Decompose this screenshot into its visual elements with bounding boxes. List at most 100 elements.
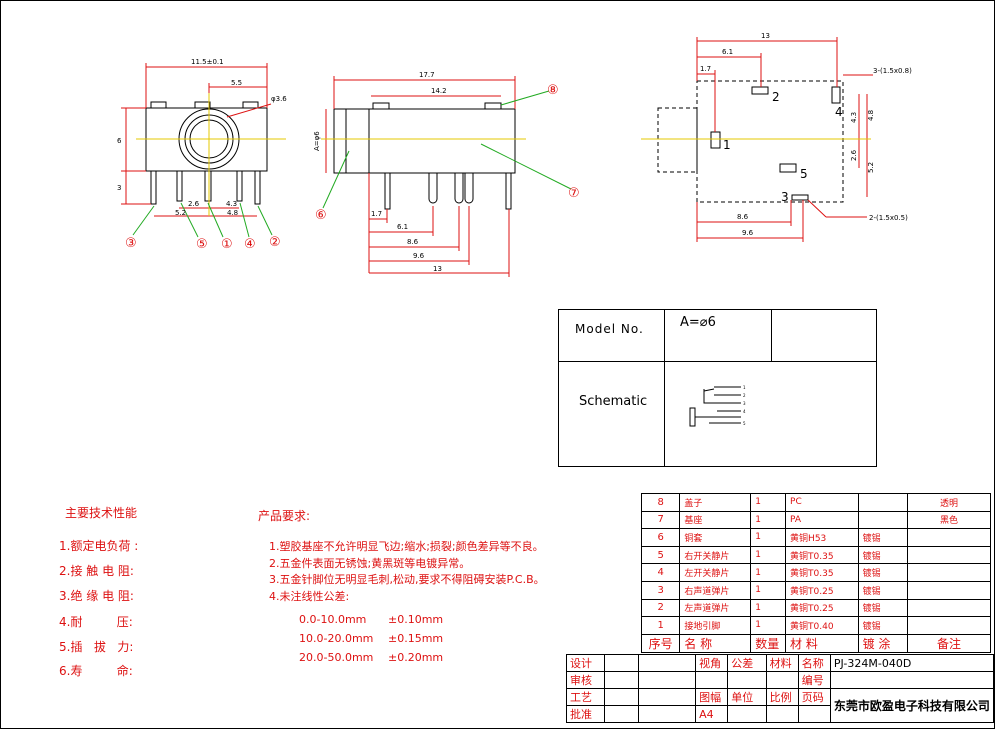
model-table: Model No. A=⌀6 Schematic bbox=[558, 309, 877, 467]
bom-cell: 镀锡 bbox=[857, 580, 909, 600]
tolerance-range: 0.0-10.0mm bbox=[299, 613, 367, 626]
bom-cell: 1 bbox=[750, 598, 787, 618]
bom-cell: 1 bbox=[640, 616, 681, 635]
dim-height: 6 bbox=[117, 137, 122, 145]
model-label: Model No. bbox=[575, 322, 644, 336]
bom-cell: 盖子 bbox=[679, 493, 752, 512]
bom-cell: 右开关静片 bbox=[679, 545, 752, 565]
bom-cell: 基座 bbox=[679, 510, 752, 530]
dim-13: 13 bbox=[433, 265, 442, 273]
tb-cell: 图幅 bbox=[695, 688, 729, 706]
fp-dim-2-6: 2.6 bbox=[850, 149, 858, 161]
fp-dim-9-6: 9.6 bbox=[742, 229, 754, 237]
bom-cell: 铜套 bbox=[679, 528, 752, 547]
dim-cover: 14.2 bbox=[431, 87, 447, 95]
model-value: A=⌀6 bbox=[680, 315, 716, 330]
part-number: PJ-324M-040D bbox=[829, 654, 995, 672]
tb-cell bbox=[604, 654, 640, 672]
tb-cell bbox=[638, 688, 697, 706]
pad-4: 4 bbox=[835, 105, 843, 119]
schematic-label: Schematic bbox=[579, 394, 648, 409]
bom-cell bbox=[907, 545, 991, 565]
dim-length: 17.7 bbox=[419, 71, 435, 79]
tb-cell: 设计 bbox=[565, 654, 606, 672]
tolerance-value: ±0.10mm bbox=[388, 613, 444, 626]
bom-cell: 镀锡 bbox=[857, 563, 909, 582]
tb-cell bbox=[604, 688, 640, 706]
dim-5-2: 5.2 bbox=[175, 209, 186, 217]
bom-cell: 7 bbox=[640, 510, 681, 530]
bom-cell: 黄铜T0.40 bbox=[785, 616, 859, 635]
bom-cell: 黄铜T0.25 bbox=[785, 580, 859, 600]
bom-cell: 透明 bbox=[907, 493, 991, 512]
bom-cell bbox=[907, 528, 991, 547]
bom-cell: 序号 bbox=[640, 633, 681, 653]
fp-dim-1-7: 1.7 bbox=[700, 65, 711, 73]
bom-cell: PC bbox=[785, 493, 859, 512]
callout-5: ⑤ bbox=[196, 237, 208, 252]
bom-cell: 黄铜T0.25 bbox=[785, 598, 859, 618]
tb-cell: 视角 bbox=[695, 654, 729, 672]
bom-cell bbox=[857, 493, 909, 512]
dim-pin-len: 3 bbox=[117, 184, 121, 192]
tolerance-value: ±0.15mm bbox=[388, 632, 444, 645]
dim-9-6: 9.6 bbox=[413, 252, 425, 260]
bom-cell bbox=[907, 598, 991, 618]
bom-row: 8 盖子 1 PC 透明 bbox=[640, 493, 991, 512]
bom-cell: 名 称 bbox=[679, 633, 752, 653]
tolerance-range: 20.0-50.0mm bbox=[299, 651, 374, 664]
dim-hole: φ3.6 bbox=[271, 95, 287, 103]
tb-cell bbox=[604, 705, 640, 723]
spec-item: 6.寿 命: bbox=[59, 664, 133, 678]
tb-cell bbox=[695, 671, 729, 689]
company-name: 东莞市欧盈电子科技有限公司 bbox=[829, 688, 995, 723]
tb-cell: A4 bbox=[695, 705, 729, 723]
tb-cell: 审核 bbox=[565, 671, 606, 689]
fp-dim-4-3: 4.3 bbox=[850, 112, 858, 123]
bom-cell: 3 bbox=[640, 580, 681, 600]
tb-cell: 单位 bbox=[727, 688, 767, 706]
bom-cell: 镀锡 bbox=[857, 528, 909, 547]
dim-4-8: 4.8 bbox=[227, 209, 238, 217]
drawing-sheet: 11.5±0.1 5.5 φ3.6 6 3 2.6 4.3 5.2 4.8 ③ … bbox=[0, 0, 995, 729]
tb-cell bbox=[829, 671, 995, 689]
callout-7: ⑦ bbox=[568, 186, 580, 201]
bom-cell: PA bbox=[785, 510, 859, 530]
bom-cell: 材 料 bbox=[785, 633, 859, 653]
dim-width: 11.5±0.1 bbox=[191, 58, 224, 66]
bom-cell bbox=[907, 580, 991, 600]
fp-dim-top: 13 bbox=[761, 32, 770, 40]
bom-row: 3 右声道弹片 1 黄铜T0.25 镀锡 bbox=[640, 580, 991, 600]
bom-row: 5 右开关静片 1 黄铜T0.35 镀锡 bbox=[640, 545, 991, 565]
bom-cell: 黄铜H53 bbox=[785, 528, 859, 547]
bom-header-row: 序号名 称数量材 料镀 涂备注 bbox=[640, 633, 991, 653]
title-block: 设计 视角 公差 材料 名称 PJ-324M-040D 审核 编号 工艺 图幅 … bbox=[565, 654, 995, 723]
requirement-item: 1.塑胶基座不允许明显飞边;缩水;损裂;颜色差异等不良。 bbox=[269, 540, 544, 553]
dim-8-6: 8.6 bbox=[407, 238, 419, 246]
tb-cell: 工艺 bbox=[565, 688, 606, 706]
bom-row: 2 左声道弹片 1 黄铜T0.25 镀锡 bbox=[640, 598, 991, 618]
bom-cell bbox=[857, 510, 909, 530]
bom-cell: 1 bbox=[750, 563, 787, 582]
dim-2-6: 2.6 bbox=[188, 200, 200, 208]
pad-2: 2 bbox=[772, 90, 780, 104]
pad-5: 5 bbox=[800, 167, 808, 181]
tb-cell: 页码 bbox=[797, 688, 831, 706]
bom-row: 4 左开关静片 1 黄铜T0.35 镀锡 bbox=[640, 563, 991, 582]
bom-cell: 右声道弹片 bbox=[679, 580, 752, 600]
dim-dia: A=φ6 bbox=[313, 131, 321, 151]
dim-1-7: 1.7 bbox=[371, 210, 382, 218]
side-view bbox=[321, 76, 572, 277]
tb-cell bbox=[727, 671, 767, 689]
fp-pad-size-2: 2-(1.5x0.5) bbox=[869, 214, 908, 222]
bom-row: 6 铜套 1 黄铜H53 镀锡 bbox=[640, 528, 991, 547]
tb-cell: 材料 bbox=[765, 654, 799, 672]
requirement-item: 2.五金件表面无锈蚀;黄黑斑等电镀异常。 bbox=[269, 557, 471, 570]
requirement-item: 3.五金针脚位无明显毛刺,松动,要求不得阻碍安装P.C.B。 bbox=[269, 573, 545, 586]
bom-cell: 1 bbox=[750, 493, 787, 512]
bom-cell: 黄铜T0.35 bbox=[785, 563, 859, 582]
tb-cell bbox=[638, 671, 697, 689]
tb-cell bbox=[797, 705, 831, 723]
tb-cell: 编号 bbox=[797, 671, 831, 689]
specs-title: 主要技术性能 bbox=[65, 506, 138, 520]
